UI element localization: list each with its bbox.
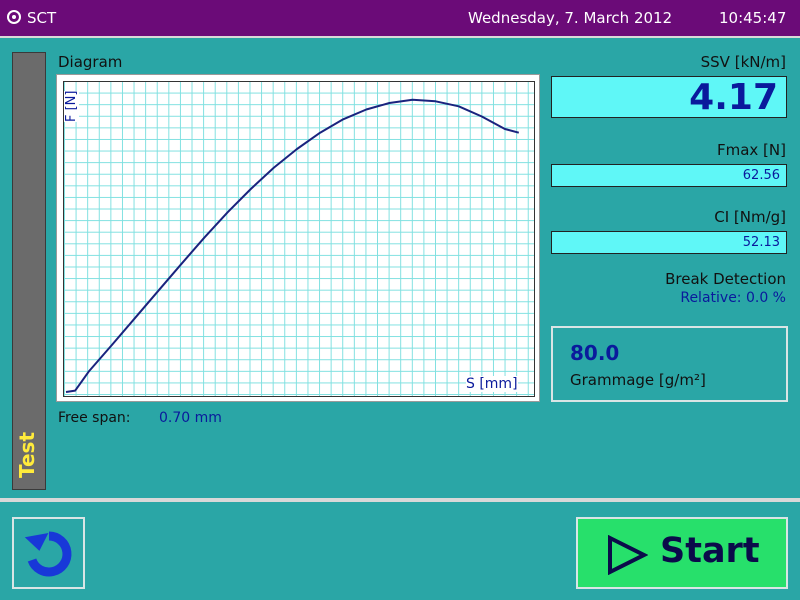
test-tab[interactable]: Test (12, 52, 46, 490)
y-axis-label: F [N] (64, 90, 79, 122)
force-curve-line-0 (65, 98, 520, 393)
start-button[interactable]: Start (576, 517, 788, 589)
back-button[interactable] (12, 517, 85, 589)
ssv-label: SSV [kN/m] (700, 53, 786, 71)
ci-value: 52.13 (742, 235, 780, 250)
ci-display: 52.13 (551, 231, 787, 254)
grammage-button[interactable]: 80.0 Grammage [g/m²] (551, 326, 788, 402)
break-relative-value: Relative: 0.0 % (680, 290, 786, 306)
footer-divider (0, 498, 800, 502)
fmax-value: 62.56 (742, 168, 780, 183)
diagram-title: Diagram (58, 53, 123, 71)
start-button-label: Start (660, 531, 760, 571)
ci-label: CI [Nm/g] (714, 208, 786, 226)
diagram-panel (56, 74, 540, 402)
fmax-label: Fmax [N] (716, 141, 786, 159)
title-bar: SCT Wednesday, 7. March 2012 10:45:47 (0, 0, 800, 38)
ssv-display: 4.17 (551, 76, 787, 118)
plot-area (63, 81, 535, 397)
play-outline-icon (608, 535, 648, 575)
time-display: 10:45:47 (719, 9, 787, 27)
app-title: SCT (27, 9, 57, 27)
grammage-label: Grammage [g/m²] (570, 371, 706, 389)
fmax-display: 62.56 (551, 164, 787, 187)
free-span-label: Free span: (58, 410, 131, 426)
test-tab-label: Test (15, 432, 39, 479)
grammage-value: 80.0 (570, 341, 620, 365)
free-span-value: 0.70 mm (159, 410, 222, 426)
break-detection-label: Break Detection (665, 270, 786, 288)
refresh-back-icon (24, 531, 72, 577)
radio-dot-icon (7, 10, 21, 24)
x-axis-label: S [mm] (466, 376, 518, 392)
date-display: Wednesday, 7. March 2012 (468, 9, 673, 27)
force-curve-chart (65, 98, 520, 393)
ssv-value: 4.17 (689, 77, 778, 118)
